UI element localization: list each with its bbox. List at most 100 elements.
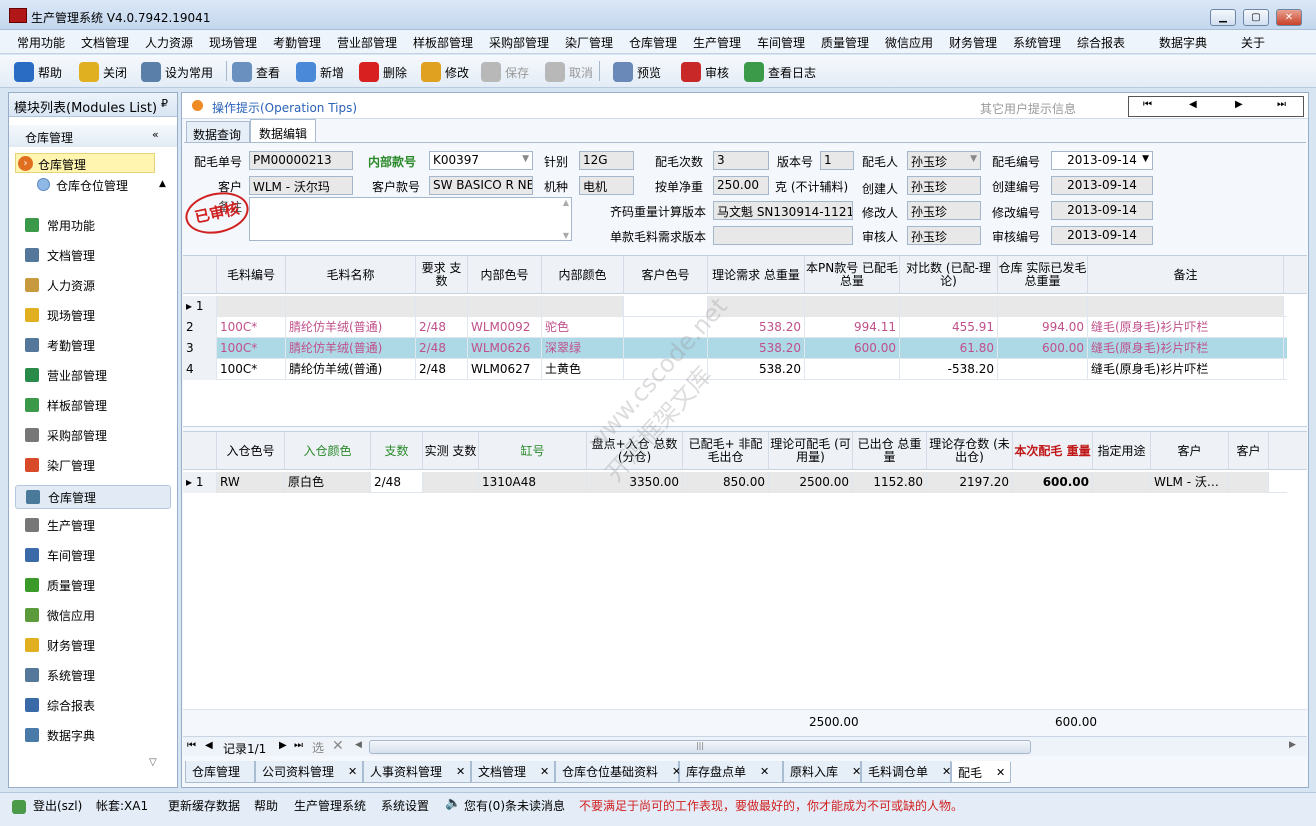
record-next-icon[interactable]: ▶ — [279, 740, 287, 751]
tab-data-query[interactable]: 数据查询 — [186, 121, 250, 143]
table-cell[interactable] — [624, 359, 708, 380]
close-tab-icon[interactable]: ✕ — [348, 765, 357, 778]
menu-11[interactable]: 生产管理 — [693, 34, 741, 51]
sidebar-item-common[interactable]: 常用功能 — [25, 215, 95, 235]
column-header[interactable]: 毛料名称 — [286, 256, 416, 294]
table-cell[interactable]: 缝毛(原身毛)衫片吓栏 — [1088, 338, 1284, 359]
help-button[interactable]: 帮助 — [14, 61, 62, 83]
style-select[interactable]: K00397 ▼ — [429, 151, 533, 170]
horizontal-scrollbar-thumb[interactable]: ||| — [369, 740, 1031, 754]
pin-icon[interactable]: ₽ — [161, 97, 168, 110]
sidebar-item-wechat[interactable]: 微信应用 — [25, 605, 95, 625]
table-cell[interactable] — [805, 296, 900, 317]
preview-button[interactable]: 预览 — [613, 61, 661, 83]
help-link[interactable]: 帮助 — [254, 797, 278, 814]
table-cell[interactable]: 600.00 — [998, 338, 1088, 359]
table-cell[interactable]: 腈纶仿羊绒(普通) — [286, 338, 416, 359]
doc-tab[interactable]: 毛料调仓单 ✕ — [861, 761, 951, 783]
table-cell[interactable]: 2500.00 — [769, 472, 853, 493]
table-cell[interactable] — [1088, 296, 1284, 317]
close-tab-icon[interactable]: ✕ — [760, 765, 769, 778]
dropdown-arrow-icon[interactable]: ▼ — [522, 154, 529, 164]
table-cell[interactable]: 缝毛(原身毛)衫片吓栏 — [1088, 359, 1284, 380]
reviewer-field[interactable]: 孙玉珍 — [907, 226, 981, 245]
table-cell[interactable]: 538.20 — [708, 338, 805, 359]
column-header[interactable]: 已配毛+ 非配毛出仓 — [683, 432, 769, 470]
column-header[interactable]: 本PN款号 已配毛总量 — [805, 256, 900, 294]
doc-tab[interactable]: 仓库管理 — [185, 761, 255, 783]
log-button[interactable]: 查看日志 — [744, 61, 816, 83]
table-cell[interactable]: 3350.00 — [587, 472, 683, 493]
table-cell[interactable]: 2/48 — [416, 338, 468, 359]
table-cell[interactable]: WLM0627 — [468, 359, 542, 380]
cancel-button[interactable]: 取消 — [545, 61, 593, 83]
menu-1[interactable]: 常用功能 — [17, 34, 65, 51]
column-header[interactable]: 入仓色号 — [217, 432, 285, 470]
menu-18[interactable]: 数据字典 — [1159, 34, 1207, 51]
column-header[interactable]: 内部颜色 — [542, 256, 624, 294]
menu-6[interactable]: 营业部管理 — [337, 34, 397, 51]
column-header[interactable]: 本次配毛 重量 — [1013, 432, 1093, 470]
clear-filter-icon[interactable]: ✕ — [332, 738, 344, 754]
times-field[interactable]: 3 — [713, 151, 769, 170]
doc-tab[interactable]: 仓库仓位基础资料 ✕ — [555, 761, 681, 783]
logout-button[interactable]: 登出(szl) — [33, 797, 82, 814]
nav-next-icon[interactable]: ▶ — [1235, 99, 1243, 110]
table-cell[interactable]: WLM - 沃… — [1151, 472, 1229, 493]
table-cell[interactable]: 61.80 — [900, 338, 998, 359]
menu-13[interactable]: 质量管理 — [821, 34, 869, 51]
table-cell[interactable] — [900, 296, 998, 317]
table-cell[interactable]: 100C* — [217, 359, 286, 380]
close-tab-icon[interactable]: ✕ — [996, 766, 1005, 779]
table-cell[interactable] — [624, 338, 708, 359]
table-cell[interactable]: 600.00 — [805, 338, 900, 359]
column-header[interactable]: 对比数 (已配-理论) — [900, 256, 998, 294]
table-cell[interactable]: 驼色 — [542, 317, 624, 338]
table-cell[interactable] — [416, 296, 468, 317]
table-cell[interactable]: 2/48 — [416, 317, 468, 338]
doc-tab[interactable]: 公司资料管理 ✕ — [255, 761, 363, 783]
net-field[interactable]: 250.00 — [713, 176, 769, 195]
refresh-cache-button[interactable]: 更新缓存数据 — [168, 797, 240, 814]
table-cell[interactable] — [1229, 472, 1269, 493]
gauge-field[interactable]: 12G — [579, 151, 634, 170]
table-cell[interactable]: 2/48 — [371, 472, 423, 493]
sidebar-item-globe[interactable]: 营业部管理 — [25, 365, 107, 385]
table-cell[interactable] — [708, 296, 805, 317]
cust-style-field[interactable]: SW BASICO R NECK — [429, 176, 533, 195]
table-cell[interactable] — [998, 359, 1088, 380]
collapse-icon[interactable]: « — [152, 128, 159, 141]
tree-node-warehouse[interactable]: › 仓库管理 — [15, 153, 155, 173]
tree-node-location[interactable]: 仓库仓位管理 — [37, 176, 157, 194]
dropdown-arrow-icon[interactable]: ▼ — [970, 154, 977, 164]
sidebar-item-warehouse[interactable]: 仓库管理 — [15, 485, 171, 509]
sidebar-item-pie[interactable]: 染厂管理 — [25, 455, 95, 475]
doc-tab[interactable]: 配毛 ✕ — [951, 761, 1011, 783]
column-header[interactable]: 理论可配毛 (可用量) — [769, 432, 853, 470]
table-cell[interactable] — [423, 472, 479, 493]
menu-17[interactable]: 综合报表 — [1077, 34, 1125, 51]
system-link[interactable]: 生产管理系统 — [294, 797, 366, 814]
code-date-picker[interactable]: 2013-09-14 ▼ — [1051, 151, 1153, 170]
single-field[interactable] — [713, 226, 853, 245]
customer-field[interactable]: WLM - 沃尔玛 — [249, 176, 353, 195]
table-cell[interactable] — [998, 296, 1088, 317]
close-tab-icon[interactable]: ✕ — [456, 765, 465, 778]
column-header[interactable]: 理论存仓数 (未出仓) — [927, 432, 1013, 470]
table-cell[interactable]: 600.00 — [1013, 472, 1093, 493]
stamp-button[interactable]: 审核 — [681, 61, 729, 83]
table-row[interactable]: 3 100C* 腈纶仿羊绒(普通) 2/48 WLM0626 深翠绿 538.20 600.0… — [183, 338, 1287, 359]
nav-first-icon[interactable]: ⏮ — [1143, 99, 1152, 110]
table-cell[interactable]: -538.20 — [900, 359, 998, 380]
table-cell[interactable] — [286, 296, 416, 317]
table-cell[interactable]: 994.00 — [998, 317, 1088, 338]
table-row[interactable]: ▸ 1 — [183, 296, 1287, 317]
record-prev-icon[interactable]: ◀ — [205, 740, 213, 751]
settings-link[interactable]: 系统设置 — [381, 797, 429, 814]
record-last-icon[interactable]: ⏭ — [294, 740, 303, 751]
peimao-no-field[interactable]: PM00000213 — [249, 151, 353, 170]
close-tab-icon[interactable]: ✕ — [852, 765, 861, 778]
sidebar-item-tools[interactable]: 系统管理 — [25, 665, 95, 685]
nav-last-icon[interactable]: ⏭ — [1277, 99, 1286, 110]
sidebar-item-dictionary[interactable]: 数据字典 — [25, 725, 95, 745]
